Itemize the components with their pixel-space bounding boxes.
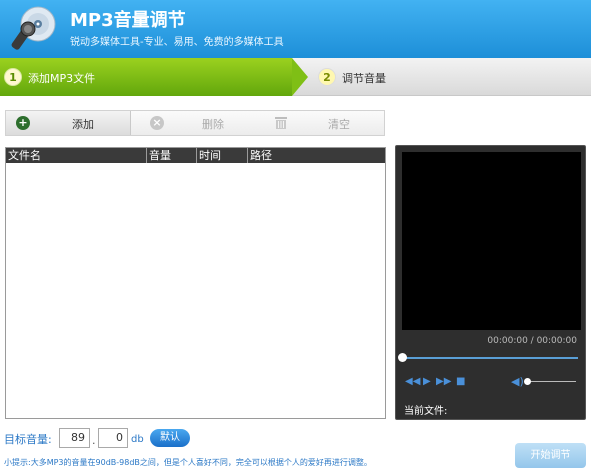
volume-handle[interactable] [524,378,531,385]
speaker-icon[interactable]: ◀) [511,375,524,388]
add-button[interactable]: + 添加 [6,111,131,135]
column-header-volume[interactable]: 音量 [147,148,197,163]
step-number-1: 1 [4,68,22,86]
step-arrow [292,58,308,96]
step-bar: 1 添加MP3文件 2 调节音量 [0,58,591,96]
column-header-filename[interactable]: 文件名 [6,148,147,163]
delete-button-label: 删除 [202,118,224,131]
fast-forward-icon[interactable]: ▶▶ [436,376,451,387]
tip-text: 小提示:大多MP3的音量在90dB-98dB之间，但是个人喜好不同，完全可以根据… [4,458,372,467]
volume-slider[interactable] [528,381,576,382]
app-subtitle: 锐动多媒体工具-专业、易用、免费的多媒体工具 [70,37,284,48]
volume-integer-input[interactable]: 89 [59,428,90,448]
column-header-time[interactable]: 时间 [197,148,248,163]
plus-icon: + [16,116,30,130]
step-add-files[interactable]: 1 添加MP3文件 [0,58,292,96]
step-label-adjust-volume: 调节音量 [342,72,386,85]
current-file-label: 当前文件: [404,406,448,417]
app-title: MP3音量调节 [70,10,186,31]
video-preview [402,152,581,330]
step-number-2: 2 [318,68,336,86]
app-header: MP3音量调节 锐动多媒体工具-专业、易用、免费的多媒体工具 [0,0,591,58]
file-list-table[interactable]: 文件名 音量 时间 路径 [5,147,386,419]
target-volume-label: 目标音量: [4,433,52,446]
seek-bar[interactable] [404,357,578,359]
table-header: 文件名 音量 时间 路径 [6,148,385,163]
play-icon[interactable]: ▶ [423,376,431,387]
trash-icon [275,117,287,129]
clear-button[interactable]: 清空 [264,111,384,135]
close-icon: × [150,116,164,130]
volume-unit: db [131,434,144,445]
rewind-icon[interactable]: ◀◀ [405,376,420,387]
step-label-add-files: 添加MP3文件 [28,72,96,85]
playback-time: 00:00:00 / 00:00:00 [487,336,577,346]
seek-handle[interactable] [398,353,407,362]
default-button[interactable]: 默认 [150,429,190,447]
start-adjust-button[interactable]: 开始调节 [515,443,586,468]
add-button-label: 添加 [72,118,94,131]
stop-icon[interactable]: ■ [456,376,465,387]
delete-button[interactable]: × 删除 [136,111,258,135]
decimal-separator: . [92,434,96,447]
media-player: 00:00:00 / 00:00:00 ◀◀ ▶ ▶▶ ■ ◀) 当前文件: [395,145,586,420]
file-toolbar: + 添加 × 删除 清空 [5,110,385,136]
clear-button-label: 清空 [328,118,350,131]
column-header-path[interactable]: 路径 [248,148,385,163]
cd-microphone-logo-icon [11,6,56,50]
volume-decimal-input[interactable]: 0 [98,428,128,448]
